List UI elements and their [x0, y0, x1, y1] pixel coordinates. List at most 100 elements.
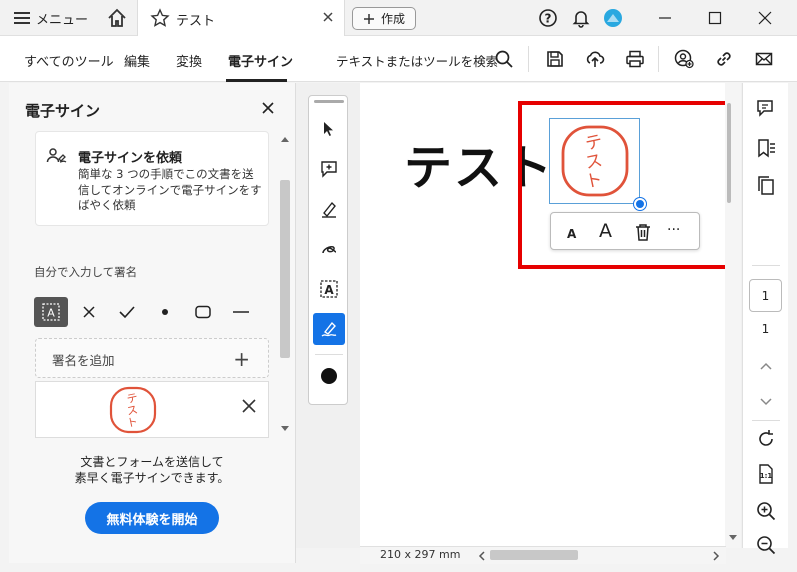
total-pages: 1	[761, 322, 770, 336]
chevron-up-icon[interactable]	[755, 356, 777, 378]
text-box-tool[interactable]: A	[313, 273, 345, 305]
color-swatch-icon	[321, 368, 337, 384]
scroll-up-icon[interactable]	[281, 136, 289, 142]
draw-tool[interactable]	[313, 233, 345, 265]
dot-icon	[162, 309, 168, 315]
rectangle-tool[interactable]	[186, 297, 220, 327]
hanko-stamp-thumbnail: テ ス ト	[109, 386, 157, 434]
help-icon[interactable]: ?	[538, 8, 558, 28]
freehand-icon	[322, 246, 337, 254]
active-tab-indicator	[226, 79, 287, 82]
comment-icon[interactable]	[755, 97, 777, 119]
cursor-icon	[324, 122, 333, 136]
close-tab-icon[interactable]	[320, 9, 336, 25]
scroll-down-icon[interactable]	[281, 426, 289, 432]
svg-text:?: ?	[545, 12, 552, 26]
promo-line-1: 文書とフォームを送信して	[80, 455, 224, 469]
plus-icon	[363, 13, 374, 24]
panel-title: 電子サイン	[25, 102, 101, 120]
home-icon[interactable]	[106, 7, 128, 29]
tab-convert[interactable]: 変換	[176, 51, 202, 70]
plus-icon: +	[233, 347, 250, 371]
svg-text:A: A	[324, 283, 334, 297]
request-signature-title: 電子サインを依頼	[78, 151, 183, 166]
print-icon[interactable]	[625, 49, 645, 69]
checkmark-tool[interactable]	[110, 297, 144, 327]
scroll-down-icon[interactable]	[729, 535, 737, 541]
link-icon[interactable]	[714, 49, 734, 69]
highlight-tool[interactable]	[313, 193, 345, 225]
drawing-toolbar: A	[308, 95, 348, 405]
delete-signature-icon[interactable]	[242, 399, 256, 413]
promo-text: 文書とフォームを送信して 素早く電子サインできます。	[35, 454, 269, 486]
bell-icon[interactable]	[571, 8, 591, 28]
star-icon[interactable]	[150, 8, 170, 28]
text-field-icon: A	[42, 303, 60, 321]
toolbar-divider	[315, 354, 343, 355]
saved-signature[interactable]: テ ス ト	[35, 381, 269, 438]
add-comment-icon	[321, 161, 337, 178]
toolbar-divider	[658, 46, 659, 72]
main-toolbar: すべてのツール 編集 変換 電子サイン テキストまたはツールを検索	[0, 36, 797, 82]
maximize-icon	[708, 11, 722, 25]
actual-size-icon[interactable]: 1:1	[755, 463, 777, 485]
color-picker[interactable]	[313, 360, 345, 392]
search-label[interactable]: テキストまたはツールを検索	[336, 51, 498, 70]
menu-button[interactable]: メニュー	[14, 8, 88, 28]
rail-divider	[752, 420, 780, 421]
line-icon	[233, 311, 249, 313]
menu-label: メニュー	[36, 12, 89, 28]
toolbar-grip[interactable]	[314, 100, 344, 103]
checkmark-icon	[119, 306, 135, 319]
close-window-button[interactable]	[753, 6, 777, 30]
maximize-button[interactable]	[703, 6, 727, 30]
create-label: 作成	[380, 12, 405, 26]
chevron-down-icon[interactable]	[755, 390, 777, 412]
highlight-annotation-box	[518, 101, 734, 269]
search-icon[interactable]	[494, 49, 514, 69]
line-tool[interactable]	[224, 297, 258, 327]
sign-tool[interactable]	[313, 313, 345, 345]
cross-icon	[83, 306, 95, 318]
close-icon	[758, 11, 772, 25]
text-field-tool[interactable]: A	[34, 297, 68, 327]
zoom-out-icon[interactable]	[755, 534, 777, 556]
close-panel-icon[interactable]	[262, 102, 274, 114]
comment-tool[interactable]	[313, 153, 345, 185]
cloud-upload-icon[interactable]	[585, 49, 605, 69]
mail-icon[interactable]	[754, 49, 774, 69]
fill-and-sign-label: 自分で入力して署名	[34, 265, 138, 279]
horizontal-scroll-thumb[interactable]	[490, 550, 578, 560]
minimize-icon	[659, 17, 671, 19]
add-signature-button[interactable]: 署名を追加 +	[35, 338, 269, 378]
create-button[interactable]: 作成	[352, 7, 416, 30]
zoom-in-icon[interactable]	[755, 500, 777, 522]
rail-divider	[752, 265, 780, 266]
scroll-left-icon[interactable]	[478, 551, 486, 561]
save-icon[interactable]	[545, 49, 565, 69]
cross-mark-tool[interactable]	[72, 297, 106, 327]
document-scroll-thumb[interactable]	[727, 103, 731, 203]
rounded-rect-icon	[195, 305, 211, 319]
highlighter-icon	[322, 201, 336, 218]
request-signature-icon	[46, 148, 67, 163]
minimize-button[interactable]	[653, 6, 677, 30]
avatar[interactable]	[603, 8, 623, 28]
tab-all-tools[interactable]: すべてのツール	[24, 51, 114, 70]
page-size-label: 210 x 297 mm	[380, 548, 461, 561]
add-user-icon[interactable]	[674, 49, 694, 69]
panel-scroll-thumb[interactable]	[280, 180, 290, 358]
tab-e-sign[interactable]: 電子サイン	[228, 51, 293, 70]
select-tool[interactable]	[313, 113, 345, 145]
request-signature-card[interactable]: 電子サインを依頼 簡単な 3 つの手順でこの文書を送信してオンラインで電子サイン…	[35, 131, 269, 226]
copy-pages-icon[interactable]	[755, 175, 777, 197]
start-free-trial-button[interactable]: 無料体験を開始	[85, 502, 219, 534]
current-page-input[interactable]: 1	[749, 279, 782, 312]
dot-tool[interactable]	[148, 297, 182, 327]
scroll-right-icon[interactable]	[712, 551, 720, 561]
tab-edit[interactable]: 編集	[124, 51, 150, 70]
rotate-icon[interactable]	[755, 428, 777, 450]
bookmark-list-icon[interactable]	[755, 137, 777, 159]
request-signature-description: 簡単な 3 つの手順でこの文書を送信してオンラインで電子サインをすばやく依頼	[78, 167, 262, 212]
document-tab[interactable]: テスト	[137, 0, 345, 37]
